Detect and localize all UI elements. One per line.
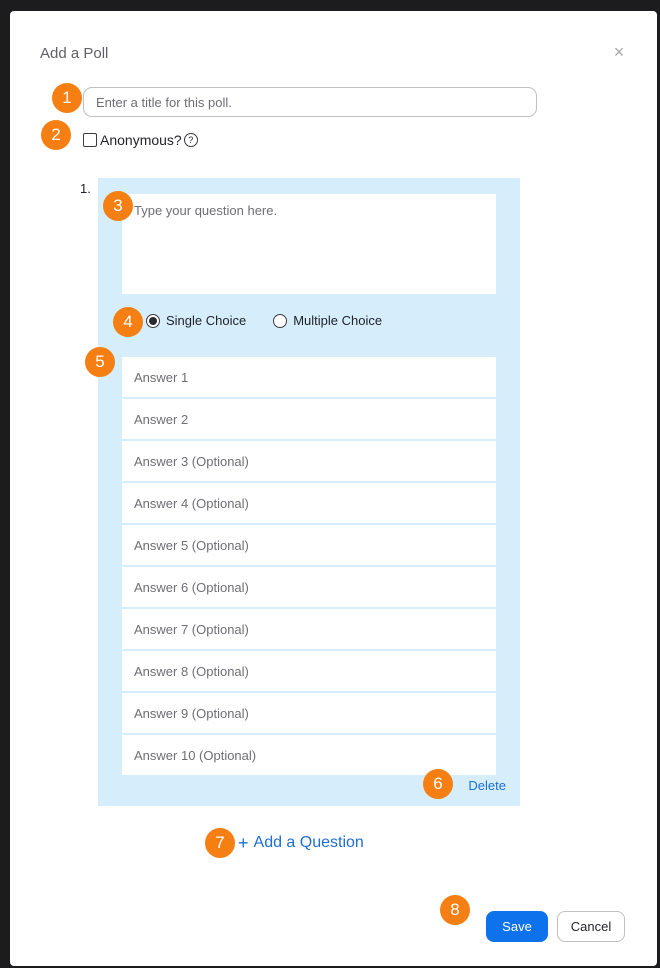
single-choice-option[interactable]: Single Choice [146, 313, 246, 328]
answer-input-8[interactable] [122, 651, 496, 691]
add-poll-dialog: Add a Poll × Anonymous? ? 1. Single Choi… [10, 11, 657, 966]
close-icon[interactable]: × [610, 43, 628, 61]
answer-input-4[interactable] [122, 483, 496, 523]
answer-input-2[interactable] [122, 399, 496, 439]
delete-question-link[interactable]: Delete [468, 778, 506, 793]
question-input[interactable] [122, 194, 496, 294]
callout-badge-3: 3 [103, 191, 133, 221]
callout-badge-8: 8 [440, 895, 470, 925]
callout-badge-6: 6 [423, 769, 453, 799]
callout-badge-1: 1 [52, 83, 82, 113]
callout-badge-7: 7 [205, 828, 235, 858]
save-button[interactable]: Save [486, 911, 548, 942]
multiple-choice-option[interactable]: Multiple Choice [273, 313, 382, 328]
callout-badge-4: 4 [113, 307, 143, 337]
answer-input-7[interactable] [122, 609, 496, 649]
cancel-button[interactable]: Cancel [557, 911, 625, 942]
callout-badge-2: 2 [41, 120, 71, 150]
anonymous-label: Anonymous? [100, 132, 182, 148]
answer-type-selector: Single Choice Multiple Choice [146, 313, 409, 328]
answer-input-6[interactable] [122, 567, 496, 607]
answer-input-1[interactable] [122, 357, 496, 397]
answer-input-3[interactable] [122, 441, 496, 481]
anonymous-option[interactable]: Anonymous? ? [83, 132, 198, 148]
plus-icon: + [238, 833, 249, 853]
poll-title-input[interactable] [83, 87, 537, 117]
anonymous-checkbox[interactable] [83, 133, 97, 147]
answer-input-5[interactable] [122, 525, 496, 565]
answer-input-9[interactable] [122, 693, 496, 733]
multiple-choice-radio[interactable] [273, 313, 288, 328]
answer-list [122, 357, 496, 777]
help-icon[interactable]: ? [183, 133, 198, 147]
single-choice-label: Single Choice [166, 313, 247, 328]
callout-badge-5: 5 [85, 347, 115, 377]
multiple-choice-label: Multiple Choice [293, 313, 383, 328]
question-panel: Single Choice Multiple Choice Delete [98, 178, 520, 806]
add-question-button[interactable]: + Add a Question [238, 834, 364, 852]
dialog-title: Add a Poll [40, 45, 109, 62]
question-number: 1. [80, 181, 91, 196]
single-choice-radio[interactable] [146, 313, 160, 328]
add-question-label: Add a Question [253, 834, 364, 851]
